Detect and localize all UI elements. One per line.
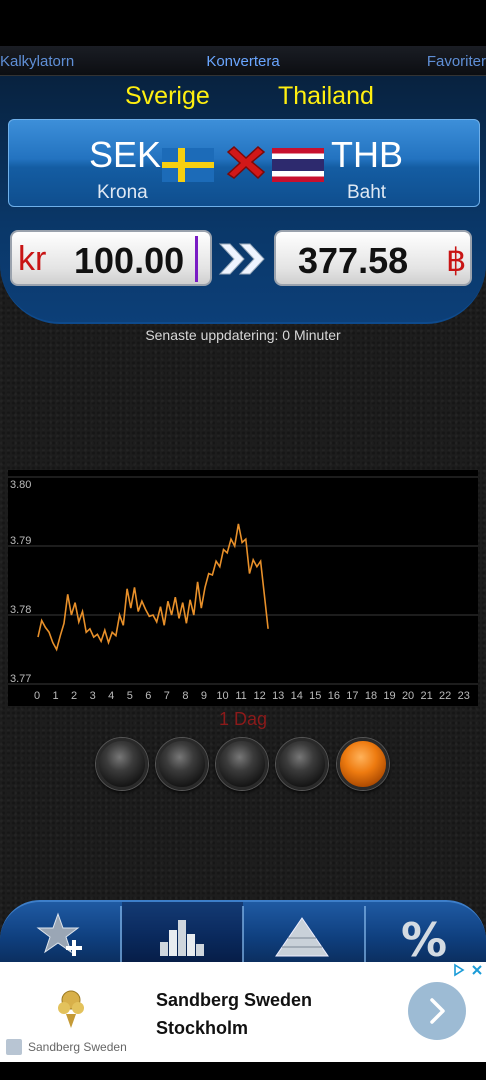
tab-add-favorite[interactable] bbox=[0, 902, 121, 964]
last-update-text: Senaste uppdatering: 0 Minuter bbox=[145, 327, 341, 343]
x-tick-label: 20 bbox=[402, 690, 414, 702]
chart-period-label: 1 Dag bbox=[218, 709, 268, 729]
x-tick-label: 3 bbox=[90, 690, 96, 702]
bottom-tab-bar: % bbox=[0, 900, 486, 967]
to-amount-value: 377.58 bbox=[298, 240, 409, 281]
x-tick-label: 7 bbox=[164, 690, 170, 702]
x-tick-label: 19 bbox=[383, 690, 395, 702]
range-button-5[interactable] bbox=[337, 738, 389, 790]
ad-product-image[interactable] bbox=[50, 986, 92, 1030]
ad-choices-icon[interactable] bbox=[452, 963, 486, 977]
to-currency-code[interactable]: THB bbox=[331, 134, 403, 176]
y-tick-label: 3.77 bbox=[10, 673, 31, 685]
range-button-3[interactable] bbox=[216, 738, 268, 790]
ad-source[interactable]: Sandberg Sweden bbox=[28, 1040, 127, 1054]
pyramid-icon bbox=[275, 917, 329, 957]
status-bar bbox=[0, 0, 486, 46]
x-tick-label: 16 bbox=[328, 690, 340, 702]
x-tick-label: 18 bbox=[365, 690, 377, 702]
to-country[interactable]: Thailand bbox=[278, 82, 374, 111]
sweden-flag-icon[interactable] bbox=[162, 148, 214, 182]
x-tick-label: 14 bbox=[291, 690, 303, 702]
text-cursor bbox=[195, 236, 198, 282]
range-button-2[interactable] bbox=[156, 738, 208, 790]
system-nav-bar bbox=[0, 1062, 486, 1080]
x-tick-label: 10 bbox=[216, 690, 228, 702]
chart-background bbox=[8, 470, 478, 706]
tab-pyramid[interactable] bbox=[244, 902, 365, 964]
x-tick-label: 21 bbox=[420, 690, 432, 702]
percent-icon: % bbox=[401, 913, 447, 967]
x-tick-label: 4 bbox=[108, 690, 114, 702]
top-nav: Kalkylatorn Konvertera Favoriter bbox=[0, 46, 486, 76]
from-currency-symbol: kr bbox=[18, 240, 47, 278]
svg-text:%: % bbox=[401, 913, 447, 964]
x-tick-label: 6 bbox=[145, 690, 151, 702]
from-currency-code[interactable]: SEK bbox=[89, 134, 161, 176]
swap-currencies-icon[interactable] bbox=[220, 140, 266, 186]
x-tick-label: 1 bbox=[52, 690, 58, 702]
nav-favoriter[interactable]: Favoriter bbox=[427, 53, 486, 70]
x-tick-label: 22 bbox=[439, 690, 451, 702]
to-currency-name: Baht bbox=[347, 182, 387, 203]
x-tick-label: 11 bbox=[235, 690, 246, 702]
x-tick-label: 9 bbox=[201, 690, 207, 702]
x-tick-label: 0 bbox=[34, 690, 40, 702]
y-tick-label: 3.78 bbox=[10, 604, 31, 616]
from-country[interactable]: Sverige bbox=[125, 82, 210, 111]
to-amount-field[interactable]: 377.58 ฿ bbox=[274, 230, 472, 286]
chevron-right-icon bbox=[430, 998, 445, 1024]
thailand-flag-icon[interactable] bbox=[272, 148, 324, 182]
tab-percent[interactable]: % bbox=[366, 902, 486, 967]
to-currency-symbol: ฿ bbox=[446, 242, 467, 278]
ad-next-button[interactable] bbox=[408, 982, 466, 1040]
star-plus-icon bbox=[36, 912, 82, 956]
x-tick-label: 23 bbox=[458, 690, 470, 702]
y-tick-label: 3.80 bbox=[10, 479, 31, 491]
from-amount-input[interactable]: 100.00 bbox=[74, 240, 184, 282]
nav-konvertera[interactable]: Konvertera bbox=[0, 53, 486, 70]
x-tick-label: 17 bbox=[346, 690, 358, 702]
tab-chart[interactable] bbox=[122, 902, 243, 964]
y-tick-label: 3.79 bbox=[10, 535, 31, 547]
rate-chart[interactable]: 3.803.793.783.77 0 1 2 3 4 5 6 7 8 9 10 11 12 13 14 15 1… bbox=[8, 470, 478, 706]
x-tick-label: 2 bbox=[71, 690, 77, 702]
x-tick-label: 15 bbox=[309, 690, 321, 702]
x-tick-label: 13 bbox=[272, 690, 284, 702]
range-button-1[interactable] bbox=[96, 738, 148, 790]
x-tick-label: 12 bbox=[254, 690, 266, 702]
x-tick-label: 8 bbox=[182, 690, 188, 702]
bar-chart-icon bbox=[160, 920, 204, 956]
range-button-4[interactable] bbox=[276, 738, 328, 790]
x-tick-label: 5 bbox=[127, 690, 133, 702]
from-amount-field[interactable]: kr 100.00 bbox=[10, 230, 212, 286]
from-currency-name: Krona bbox=[97, 182, 148, 203]
ad-source-icon bbox=[6, 1039, 22, 1055]
ad-title[interactable]: Sandberg Sweden Stockholm bbox=[156, 986, 376, 1042]
convert-arrows-icon bbox=[218, 243, 265, 275]
